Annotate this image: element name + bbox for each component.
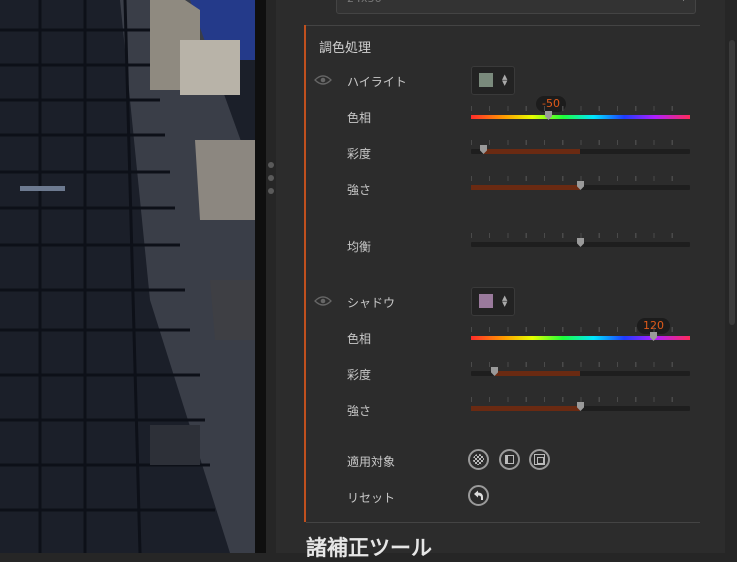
- highlight-hue-label: 色相: [347, 111, 372, 125]
- hue-gradient-track: [471, 336, 690, 340]
- shadow-hue-slider[interactable]: [471, 327, 690, 343]
- section-title: 調色処理: [319, 41, 372, 56]
- highlight-saturation-slider[interactable]: [471, 140, 690, 156]
- slider-ticks: [471, 397, 690, 402]
- slider-fill: [471, 185, 580, 190]
- shadow-hue-label: 色相: [347, 332, 372, 346]
- shadow-strength-slider[interactable]: [471, 397, 690, 413]
- highlight-strength-slider[interactable]: [471, 176, 690, 192]
- shadow-color-swatch: [479, 294, 493, 308]
- section-accent-bar: [304, 25, 306, 522]
- reset-label: リセット: [347, 491, 396, 505]
- eye-icon[interactable]: [314, 74, 332, 86]
- highlight-saturation-label: 彩度: [347, 147, 372, 161]
- eye-icon[interactable]: [314, 295, 332, 307]
- apply-target-frame-button[interactable]: [529, 449, 550, 470]
- size-dropdown[interactable]: 24x36 ▼: [336, 0, 696, 14]
- frame-icon: [534, 454, 545, 465]
- shadow-color-picker[interactable]: ▲ ▼: [471, 287, 515, 316]
- reset-button[interactable]: [468, 485, 489, 506]
- section-divider: [306, 522, 700, 523]
- photo-preview: [0, 0, 255, 553]
- slider-fill: [483, 149, 580, 154]
- slider-ticks: [471, 362, 690, 367]
- slider-ticks: [471, 106, 690, 111]
- slider-fill: [471, 406, 580, 411]
- chevron-down-icon: ▼: [680, 0, 687, 3]
- highlight-label: ハイライト: [347, 75, 407, 89]
- splitter-grip-dot: [268, 162, 274, 168]
- highlight-strength-label: 強さ: [347, 183, 372, 197]
- building-photo: [0, 0, 255, 553]
- undo-arrow-icon: [474, 490, 483, 500]
- frame-left-icon: [505, 455, 514, 464]
- next-section-title: 諸補正ツール: [306, 536, 432, 560]
- slider-fill: [495, 371, 580, 376]
- scrollbar-thumb[interactable]: [729, 40, 735, 325]
- apply-target-pattern-button[interactable]: [468, 449, 489, 470]
- highlight-color-swatch: [479, 73, 493, 87]
- shadow-strength-label: 強さ: [347, 404, 372, 418]
- size-dropdown-value: 24x36: [347, 0, 382, 5]
- slider-ticks: [471, 140, 690, 145]
- splitter-grip-dot: [268, 175, 274, 181]
- slider-ticks: [471, 176, 690, 181]
- spinner-arrows-icon: ▲ ▼: [502, 294, 508, 308]
- section-divider: [306, 25, 700, 26]
- apply-target-label: 適用対象: [347, 455, 396, 469]
- checker-pattern-icon: [473, 454, 484, 465]
- panel-splitter[interactable]: [255, 0, 266, 553]
- shadow-saturation-slider[interactable]: [471, 362, 690, 378]
- shadow-saturation-label: 彩度: [347, 368, 372, 382]
- balance-slider[interactable]: [471, 233, 690, 249]
- apply-target-left-button[interactable]: [499, 449, 520, 470]
- balance-label: 均衡: [347, 240, 372, 254]
- slider-ticks: [471, 233, 690, 238]
- shadow-label: シャドウ: [347, 296, 396, 310]
- hue-gradient-track: [471, 115, 690, 119]
- highlight-hue-slider[interactable]: [471, 106, 690, 122]
- slider-ticks: [471, 327, 690, 332]
- splitter-grip-dot: [268, 188, 274, 194]
- highlight-color-picker[interactable]: ▲ ▼: [471, 66, 515, 95]
- spinner-arrows-icon: ▲ ▼: [502, 73, 508, 87]
